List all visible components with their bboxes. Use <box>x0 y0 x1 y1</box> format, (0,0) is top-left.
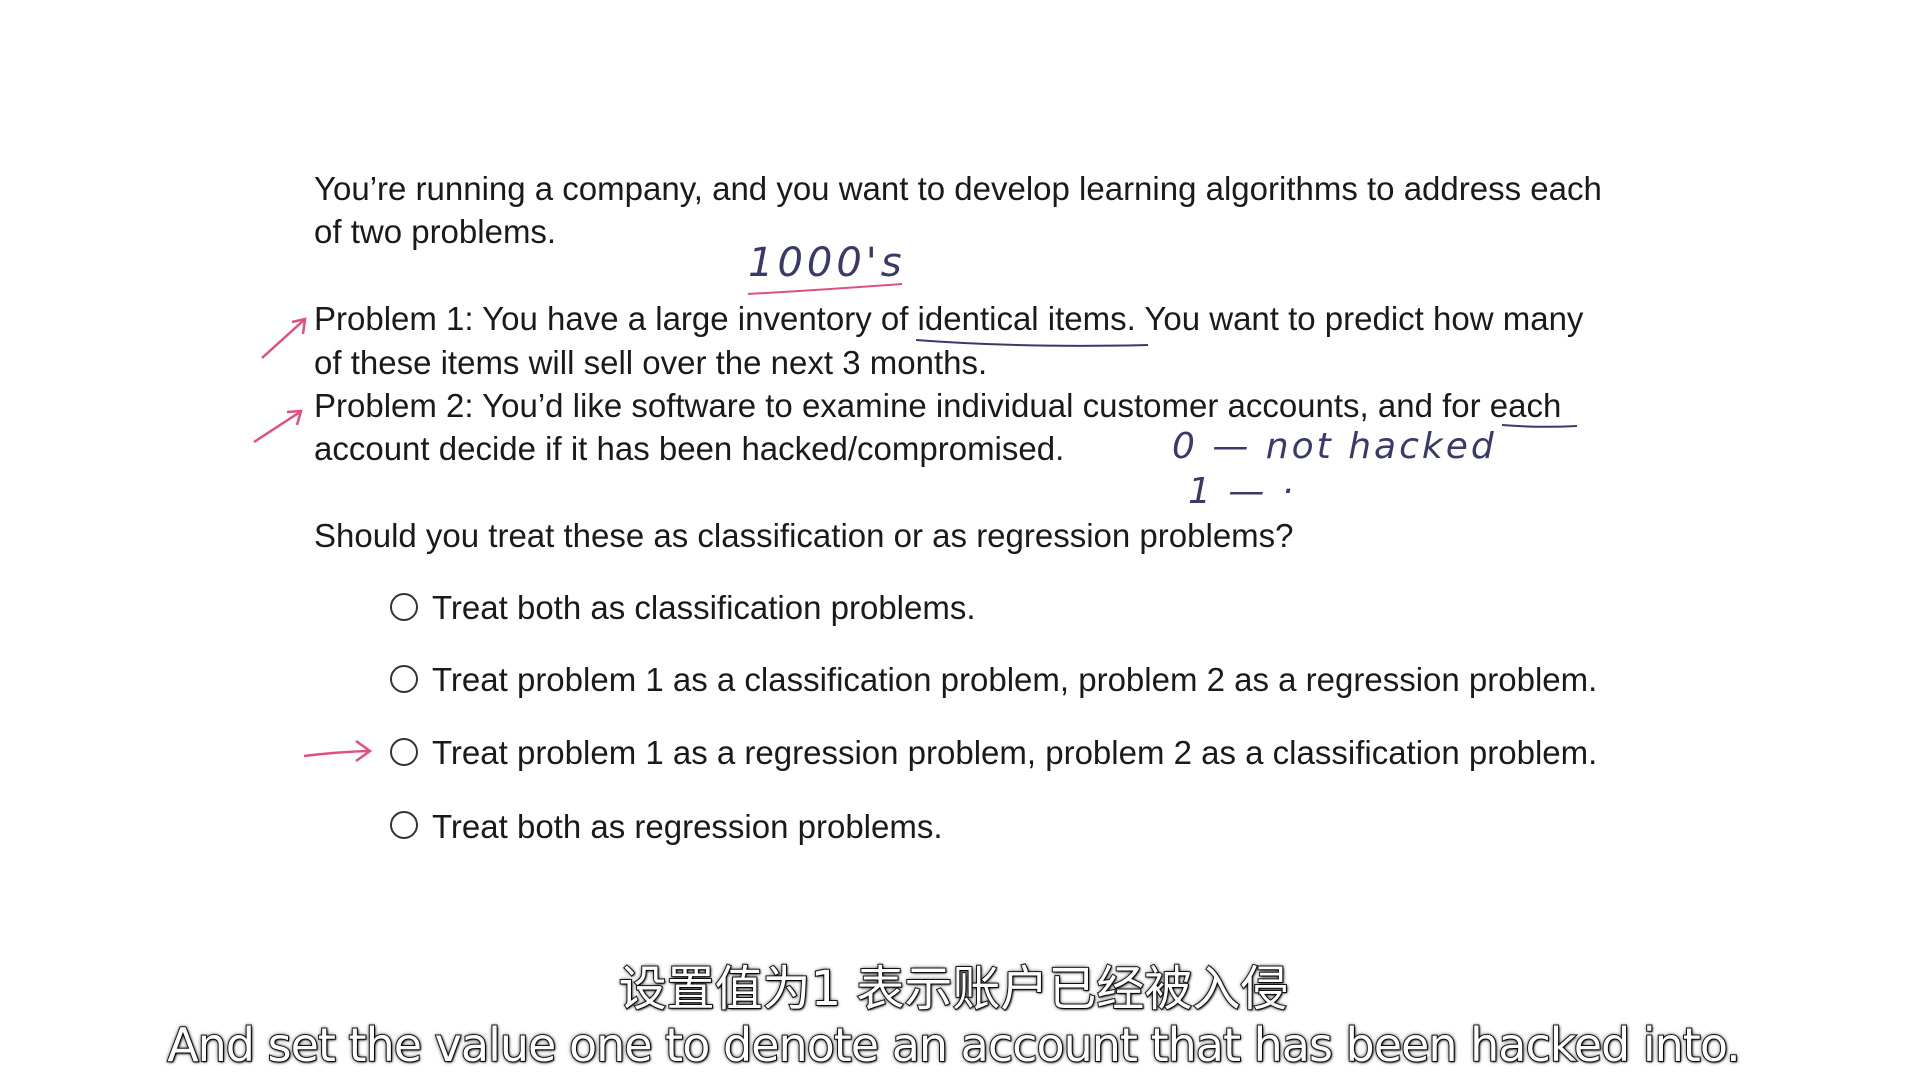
option-2-label[interactable]: Treat problem 1 as a classification prob… <box>432 663 1597 696</box>
option-4-label[interactable]: Treat both as regression problems. <box>432 810 943 843</box>
option-2-radio[interactable] <box>390 665 418 693</box>
intro-line-2: of two problems. <box>314 213 557 250</box>
subtitle-chinese: 设置值为1 表示账户已经被入侵 <box>618 961 1290 1017</box>
option-3-label[interactable]: Treat problem 1 as a regression problem,… <box>432 736 1597 769</box>
video-frame: You’re running a company, and you want t… <box>0 0 1907 1080</box>
problem-1-line-2: of these items will sell over the next 3… <box>314 344 988 381</box>
option-3-radio[interactable] <box>390 738 418 766</box>
option-1-radio[interactable] <box>390 593 418 621</box>
note-thousands-underline <box>747 283 903 295</box>
each-underline <box>1501 424 1578 428</box>
problem-2-line-2: account decide if it has been hacked/com… <box>314 430 1065 467</box>
problem-2-line-1: Problem 2: You’d like software to examin… <box>314 387 1562 424</box>
note-thousands: 1000's <box>748 240 906 286</box>
problem-2-arrow-icon <box>253 409 303 444</box>
note-one: 1 — · <box>1188 471 1296 512</box>
question-text: Should you treat these as classification… <box>314 517 1294 554</box>
subtitle-english: And set the value one to denote an accou… <box>166 1018 1742 1072</box>
problem-1-arrow-icon <box>261 317 307 359</box>
option-3-arrow-icon <box>303 739 373 763</box>
option-1-label[interactable]: Treat both as classification problems. <box>432 591 976 624</box>
problem-1-line-1: Problem 1: You have a large inventory of… <box>314 300 1584 337</box>
option-4-radio[interactable] <box>390 811 418 839</box>
note-zero-not-hacked: 0 — not hacked <box>1172 426 1497 467</box>
intro-line-1: You’re running a company, and you want t… <box>314 170 1602 207</box>
